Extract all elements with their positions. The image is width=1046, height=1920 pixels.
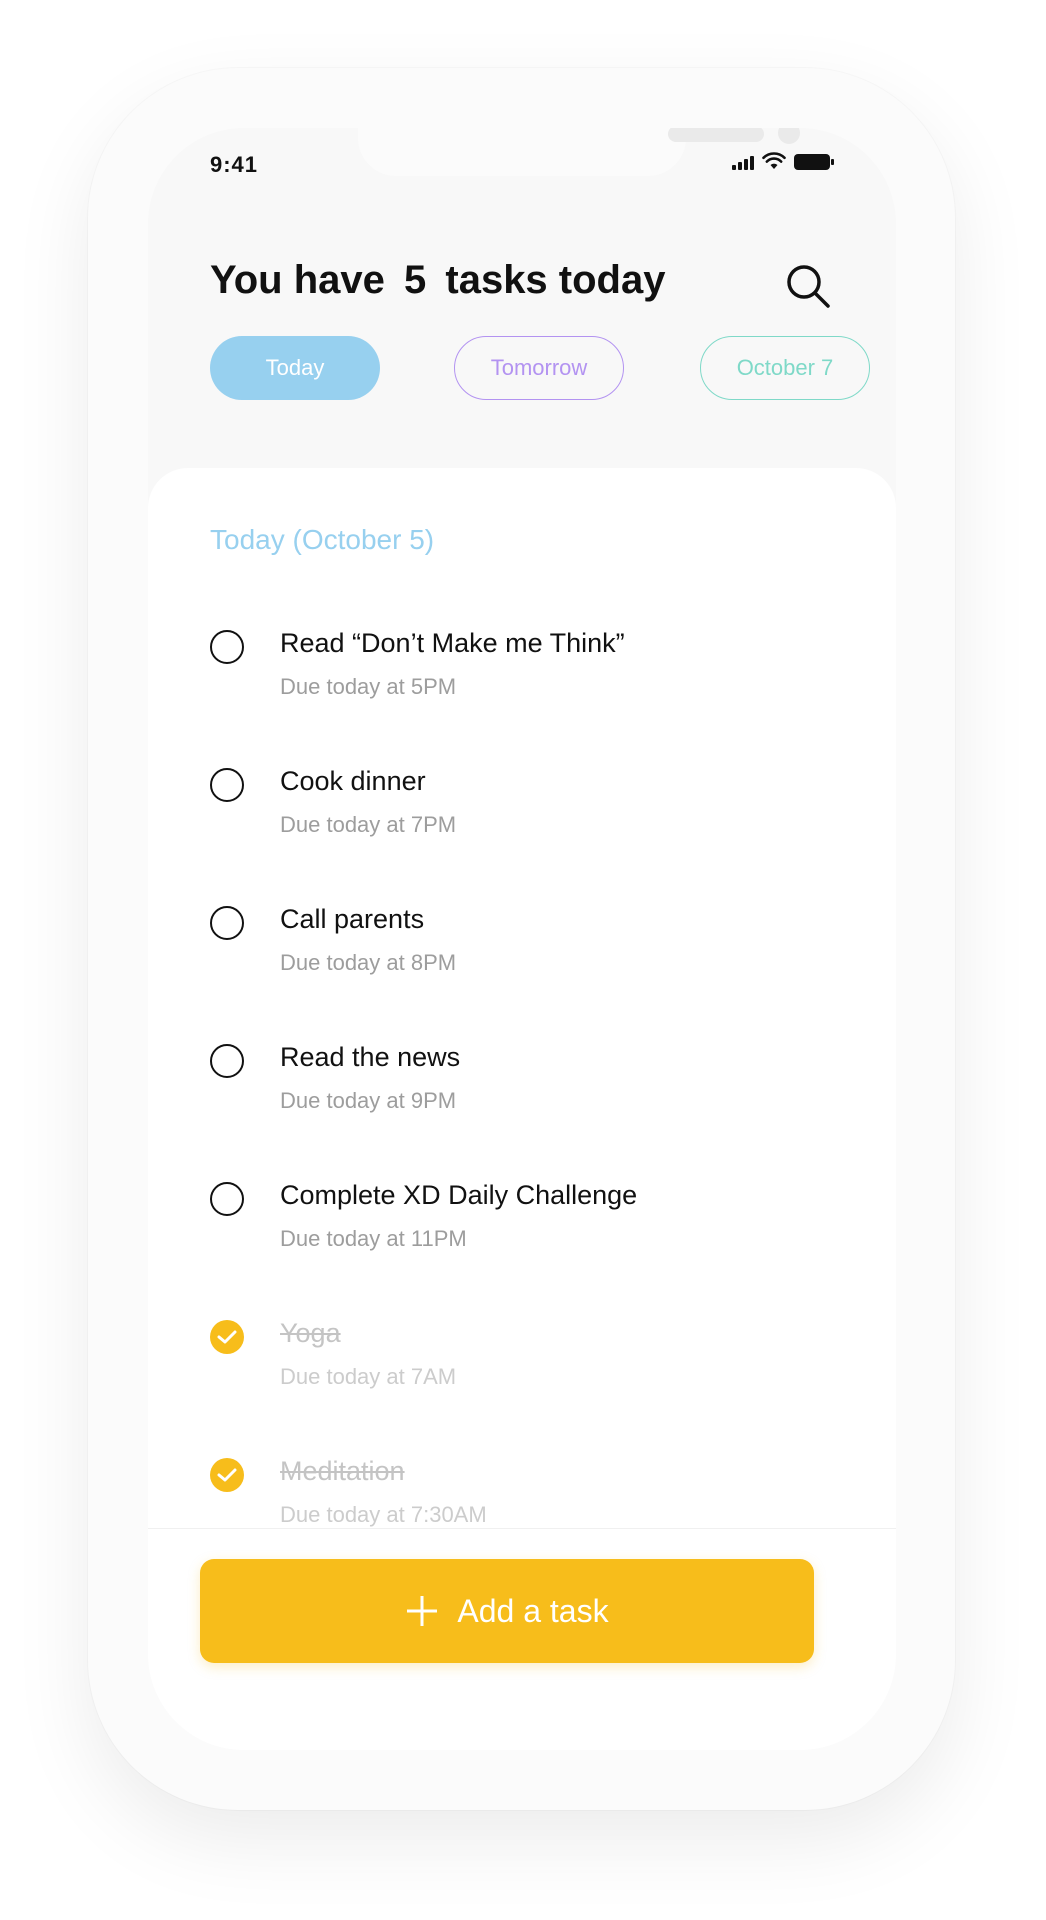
task-checkbox[interactable]	[210, 768, 244, 802]
task-due: Due today at 7:30AM	[280, 1502, 487, 1527]
task-due: Due today at 11PM	[280, 1226, 467, 1251]
title-suffix: tasks today	[445, 258, 666, 302]
task-checkbox[interactable]	[210, 906, 244, 940]
signal-icon	[732, 154, 754, 170]
task-checkbox[interactable]	[210, 630, 244, 664]
wifi-icon	[762, 152, 786, 169]
task-title: Call parents	[280, 904, 425, 934]
task-due: Due today at 7PM	[280, 812, 457, 837]
task-checkbox[interactable]	[210, 1044, 244, 1078]
task-title: Meditation	[280, 1456, 405, 1486]
task-item: Read “Don’t Make me Think” Due today at …	[210, 628, 830, 728]
task-item: Read the news Due today at 9PM	[210, 1042, 830, 1142]
task-due: Due today at 7AM	[280, 1364, 457, 1389]
app-screen: 9:41 You have 5 tasks today Today Tomorr…	[148, 128, 896, 1750]
search-button[interactable]	[780, 258, 836, 314]
task-item: Cook dinner Due today at 7PM	[210, 766, 830, 866]
task-checkbox[interactable]	[210, 1182, 244, 1216]
title-prefix: You have	[210, 258, 385, 302]
task-title: Read the news	[280, 1042, 461, 1072]
task-title: Complete XD Daily Challenge	[280, 1180, 638, 1210]
notch	[358, 128, 800, 176]
check-icon	[217, 1468, 237, 1482]
task-title: Cook dinner	[280, 766, 426, 796]
add-task-label: Add a task	[457, 1592, 609, 1629]
plus-icon	[407, 1596, 438, 1626]
task-checkbox-checked[interactable]	[210, 1320, 244, 1354]
status-time: 9:41	[210, 152, 259, 177]
speaker-grille	[668, 128, 764, 142]
tab-today[interactable]: Today	[210, 336, 380, 400]
tab-tomorrow[interactable]: Tomorrow	[454, 336, 624, 400]
task-title: Read “Don’t Make me Think”	[280, 628, 625, 658]
task-item: Complete XD Daily Challenge Due today at…	[210, 1180, 830, 1280]
task-title: Yoga	[280, 1318, 341, 1348]
footer-bar: Add a task	[148, 1528, 896, 1750]
battery-icon	[794, 154, 834, 170]
task-item-completed: Yoga Due today at 7AM	[210, 1318, 830, 1418]
check-icon	[217, 1330, 237, 1344]
search-icon	[787, 265, 830, 308]
tab-october-7[interactable]: October 7	[700, 336, 870, 400]
task-item: Call parents Due today at 8PM	[210, 904, 830, 1004]
task-count: 5	[404, 258, 427, 302]
date-tabs: Today Tomorrow October 7	[210, 336, 896, 406]
page-title: You have 5 tasks today	[210, 258, 665, 303]
front-camera	[778, 128, 800, 144]
status-icons	[732, 152, 834, 170]
task-due: Due today at 5PM	[280, 674, 457, 699]
task-due: Due today at 9PM	[280, 1088, 457, 1113]
task-checkbox-checked[interactable]	[210, 1458, 244, 1492]
task-due: Due today at 8PM	[280, 950, 457, 975]
section-title: Today (October 5)	[210, 524, 435, 555]
add-task-button[interactable]: Add a task	[200, 1559, 814, 1663]
